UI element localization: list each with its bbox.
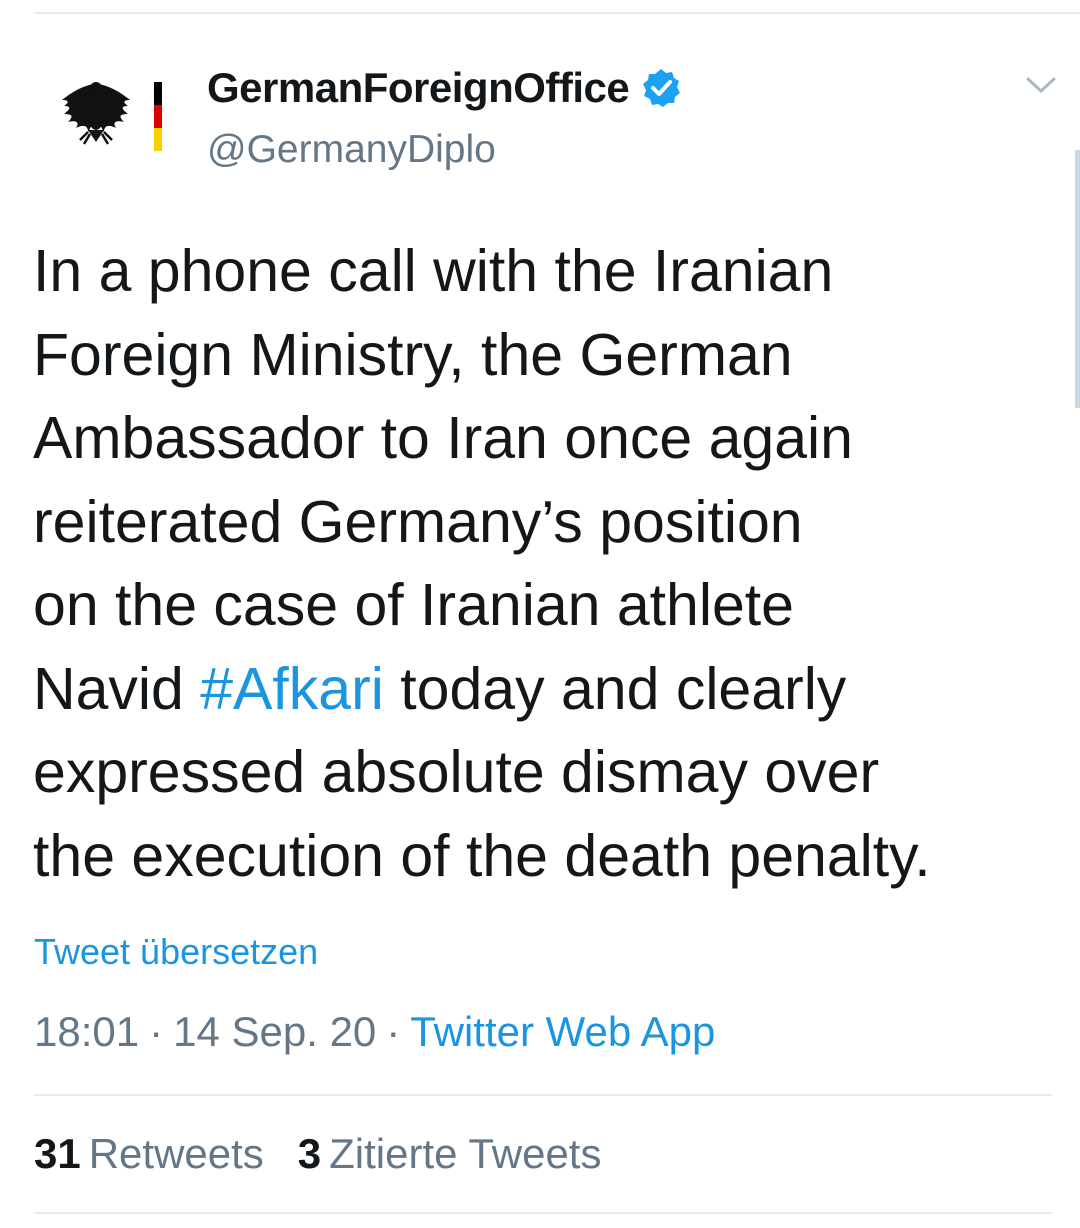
top-divider bbox=[34, 12, 1080, 14]
tweet-text-line: Foreign Ministry, the German bbox=[33, 321, 793, 388]
tweet-time[interactable]: 18:01 bbox=[34, 1008, 139, 1055]
retweets-label: Retweets bbox=[88, 1130, 264, 1177]
scrollbar[interactable] bbox=[1075, 150, 1080, 408]
stats-bottom-divider bbox=[34, 1212, 1052, 1214]
quotes-label: Zitierte Tweets bbox=[329, 1130, 602, 1177]
author-name-row[interactable]: GermanForeignOffice bbox=[207, 60, 681, 116]
tweet-text-line: In a phone call with the Iranian bbox=[33, 238, 834, 304]
quotes-stat[interactable]: 3 Zitierte Tweets bbox=[298, 1130, 602, 1178]
tweet-date[interactable]: 14 Sep. 20 bbox=[173, 1008, 376, 1055]
avatar[interactable] bbox=[52, 74, 174, 158]
translate-tweet-link[interactable]: Tweet übersetzen bbox=[34, 931, 318, 973]
tweet-text-line: the execution of the death penalty. bbox=[33, 822, 931, 889]
chevron-down-icon[interactable] bbox=[1024, 72, 1058, 98]
tweet-text-line: reiterated Germany’s position bbox=[33, 488, 803, 555]
tweet-text: In a phone call with the Iranian Foreign… bbox=[33, 230, 1063, 898]
engagement-stats: 31 Retweets 3 Zitierte Tweets bbox=[34, 1130, 635, 1178]
tweet-metadata: 18:01 · 14 Sep. 20 · Twitter Web App bbox=[34, 1008, 715, 1056]
tweet-text-line: on the case of Iranian athlete bbox=[33, 572, 794, 638]
author-handle[interactable]: @GermanyDiplo bbox=[207, 128, 496, 172]
quotes-count: 3 bbox=[297, 1130, 322, 1177]
retweets-stat[interactable]: 31 Retweets bbox=[34, 1130, 264, 1178]
tweet-text-line: Navid #Afkari today and clearly bbox=[33, 655, 847, 722]
stats-top-divider bbox=[34, 1094, 1052, 1096]
tweet-text-line: expressed absolute dismay over bbox=[33, 739, 880, 805]
display-name[interactable]: GermanForeignOffice bbox=[207, 64, 630, 112]
tweet-text-line: Ambassador to Iran once again bbox=[33, 405, 853, 471]
hashtag-link[interactable]: #Afkari bbox=[200, 656, 384, 722]
separator: · bbox=[149, 1008, 164, 1055]
separator: · bbox=[386, 1008, 401, 1055]
tweet-source-link[interactable]: Twitter Web App bbox=[410, 1008, 715, 1055]
verified-badge-icon bbox=[643, 69, 681, 107]
retweets-count: 31 bbox=[34, 1130, 81, 1177]
federal-eagle-icon bbox=[62, 82, 162, 151]
